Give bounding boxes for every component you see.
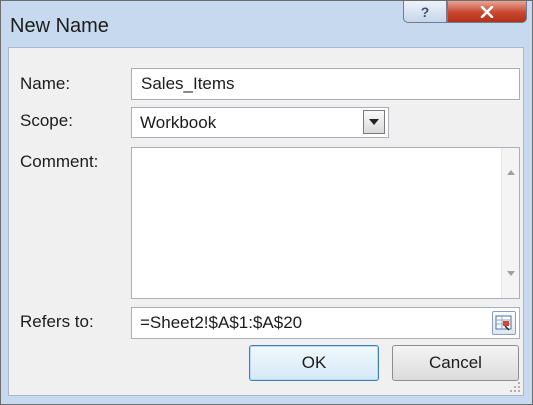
- scroll-down-arrow-icon[interactable]: [507, 271, 515, 276]
- refers-to-input[interactable]: =Sheet2!$A$1:$A$20: [131, 307, 520, 339]
- scope-dropdown-button[interactable]: [363, 110, 385, 134]
- scroll-up-arrow-icon[interactable]: [507, 170, 515, 175]
- help-icon: ?: [420, 3, 430, 20]
- chevron-down-icon: [369, 119, 379, 125]
- scope-selected-value: Workbook: [140, 112, 217, 132]
- comment-textarea[interactable]: [131, 147, 520, 299]
- dialog-title: New Name: [10, 15, 109, 37]
- comment-scrollbar[interactable]: [501, 148, 519, 298]
- close-button[interactable]: [447, 1, 527, 23]
- help-button[interactable]: ?: [403, 1, 447, 23]
- refers-to-label: Refers to:: [20, 312, 94, 331]
- title-bar[interactable]: New Name ?: [1, 1, 532, 47]
- range-select-icon: [495, 315, 512, 331]
- refers-to-value: =Sheet2!$A$1:$A$20: [140, 313, 303, 332]
- resize-grip-icon[interactable]: [509, 381, 521, 393]
- cancel-button[interactable]: Cancel: [392, 345, 519, 381]
- dialog-body: Name: Sales_Items Scope: Workbook Commen…: [8, 47, 524, 396]
- close-icon: [480, 5, 494, 18]
- range-select-button[interactable]: [492, 311, 516, 335]
- comment-label: Comment:: [20, 152, 99, 171]
- name-input[interactable]: Sales_Items: [131, 68, 520, 100]
- scope-select[interactable]: Workbook: [131, 107, 389, 138]
- ok-button[interactable]: OK: [249, 345, 379, 381]
- name-label: Name:: [20, 74, 71, 93]
- scope-label: Scope:: [20, 111, 73, 130]
- new-name-dialog: New Name ? Name: Sales_Items Scope: Work…: [0, 0, 533, 405]
